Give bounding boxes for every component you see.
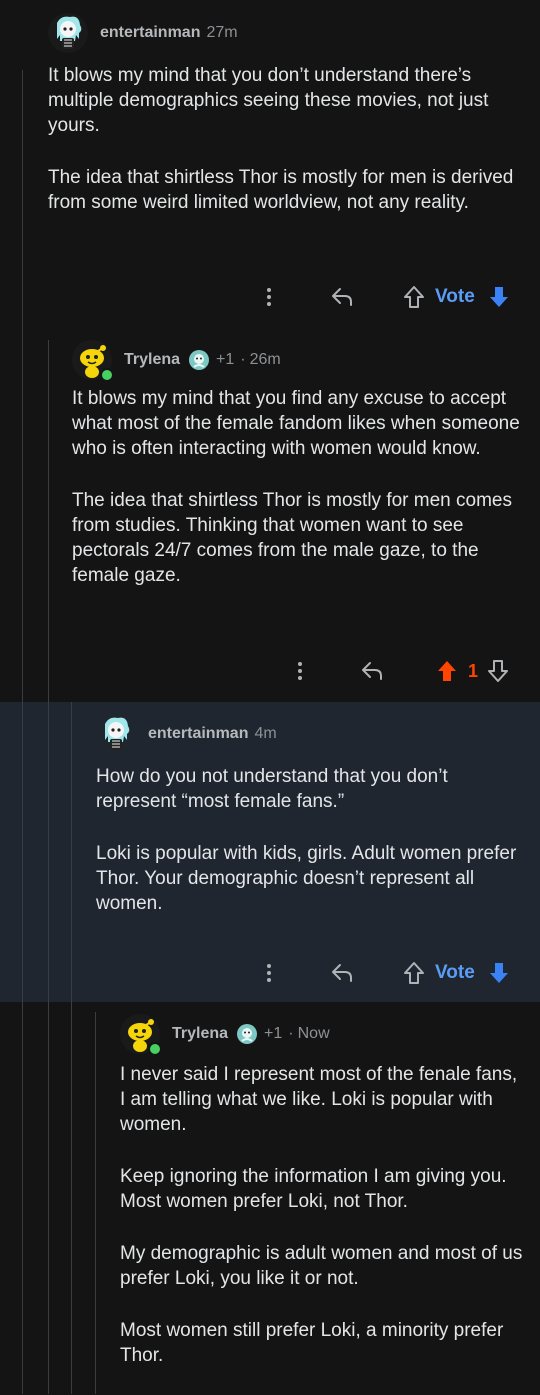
username[interactable]: Trylena (172, 1025, 228, 1043)
comment-paragraph: It blows my mind that you find any excus… (72, 388, 520, 459)
flair-score: +1 (264, 1025, 283, 1042)
comment-paragraph: Keep ignoring the information I am givin… (120, 1166, 507, 1212)
username[interactable]: Trylena (124, 351, 180, 369)
upvote-icon[interactable] (434, 659, 460, 683)
comment-paragraph: Loki is popular with kids, girls. Adult … (96, 843, 517, 914)
flair-score: +1 (216, 351, 235, 368)
more-options-icon[interactable] (286, 661, 314, 681)
comment-paragraph: I never said I represent most of the fen… (120, 1064, 518, 1135)
online-status-indicator (148, 1042, 162, 1056)
snoo-avatar-icon (48, 13, 88, 53)
comment-trylena-1: Trylena +1 · 26m It blows my mind that y… (0, 340, 540, 702)
comment-entertainman-1: entertainman 27m It blows my mind that y… (0, 0, 540, 340)
avatar[interactable] (48, 13, 88, 53)
more-options-icon[interactable] (255, 287, 283, 307)
avatar[interactable] (120, 1014, 162, 1056)
flair-icon (236, 1023, 258, 1045)
thread-line-level-1 (22, 702, 23, 1002)
vote-label: Vote (435, 962, 475, 983)
separator: · (240, 351, 246, 368)
downvote-icon[interactable] (486, 659, 510, 683)
downvote-icon[interactable] (487, 285, 511, 309)
thread-line-level-2 (48, 702, 49, 1002)
vote-label: Vote (435, 286, 475, 307)
comment-body: It blows my mind that you don’t understa… (48, 63, 528, 215)
comment-paragraph: How do you not understand that you don’t… (96, 766, 448, 812)
upvote-icon[interactable] (401, 961, 427, 985)
timestamp: Now (297, 1025, 330, 1042)
downvote-icon[interactable] (487, 961, 511, 985)
comment-paragraph: The idea that shirtless Thor is mostly f… (48, 167, 514, 213)
flair-icon (188, 349, 210, 371)
timestamp: 27m (206, 24, 238, 41)
avatar[interactable] (96, 714, 136, 754)
avatar[interactable] (72, 340, 114, 382)
comment-body: I never said I represent most of the fen… (120, 1062, 525, 1368)
reply-icon[interactable] (328, 962, 356, 984)
username[interactable]: entertainman (148, 725, 248, 743)
timestamp: 26m (249, 351, 281, 368)
online-status-indicator (100, 368, 114, 382)
comment-trylena-2: Trylena +1 · Now I never said I represen… (0, 1002, 540, 1394)
comment-paragraph: Most women still prefer Loki, a minority… (120, 1320, 504, 1366)
comment-paragraph: My demographic is adult women and most o… (120, 1243, 523, 1289)
vote-score: 1 (468, 660, 479, 681)
more-options-icon[interactable] (255, 963, 283, 983)
comment-body: It blows my mind that you find any excus… (72, 386, 522, 588)
reply-icon[interactable] (358, 660, 386, 682)
username[interactable]: entertainman (100, 24, 200, 42)
comment-entertainman-2: entertainman 4m How do you not understan… (0, 702, 540, 1002)
separator: · (288, 1025, 294, 1042)
timestamp: 4m (254, 725, 277, 742)
comment-body: How do you not understand that you don’t… (96, 764, 524, 916)
upvote-icon[interactable] (401, 285, 427, 309)
thread-line-level-3 (71, 702, 72, 1002)
reply-icon[interactable] (328, 286, 356, 308)
comment-paragraph: The idea that shirtless Thor is mostly f… (72, 490, 512, 586)
comment-paragraph: It blows my mind that you don’t understa… (48, 65, 489, 136)
snoo-avatar-icon (96, 714, 136, 754)
